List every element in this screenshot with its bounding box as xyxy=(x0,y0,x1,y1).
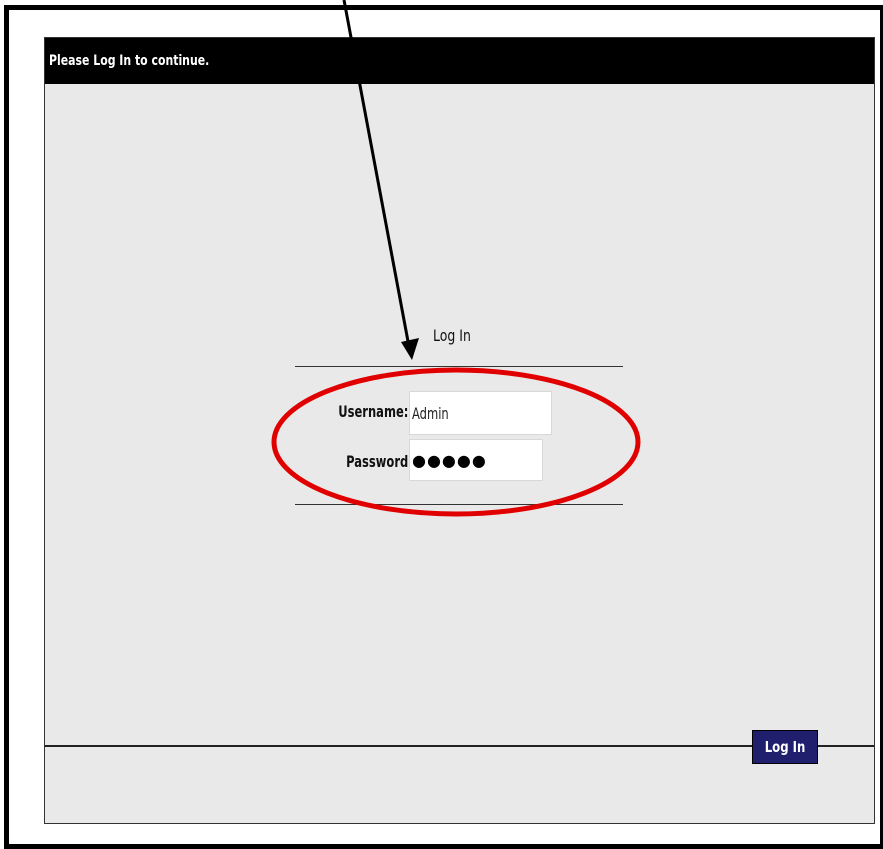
username-label: Username: xyxy=(250,402,408,421)
login-button[interactable]: Log In xyxy=(752,730,818,764)
dialog-title-bar: Please Log In to continue. xyxy=(45,38,874,84)
username-field[interactable]: Admin xyxy=(409,391,552,435)
password-field[interactable]: ●●●●● xyxy=(409,439,543,481)
form-top-divider xyxy=(295,366,623,367)
password-label-text: Password xyxy=(345,452,408,471)
login-button-label: Log In xyxy=(764,738,806,756)
dialog-footer xyxy=(45,747,874,823)
username-value: Admin xyxy=(412,403,449,423)
form-bottom-divider xyxy=(295,504,623,505)
username-label-text: Username: xyxy=(337,402,408,421)
password-mask: ●●●●● xyxy=(412,450,487,470)
password-label: Password xyxy=(250,452,408,471)
form-heading-text: Log In xyxy=(433,326,471,345)
dialog-title: Please Log In to continue. xyxy=(49,53,210,69)
form-heading: Log In xyxy=(433,326,482,345)
